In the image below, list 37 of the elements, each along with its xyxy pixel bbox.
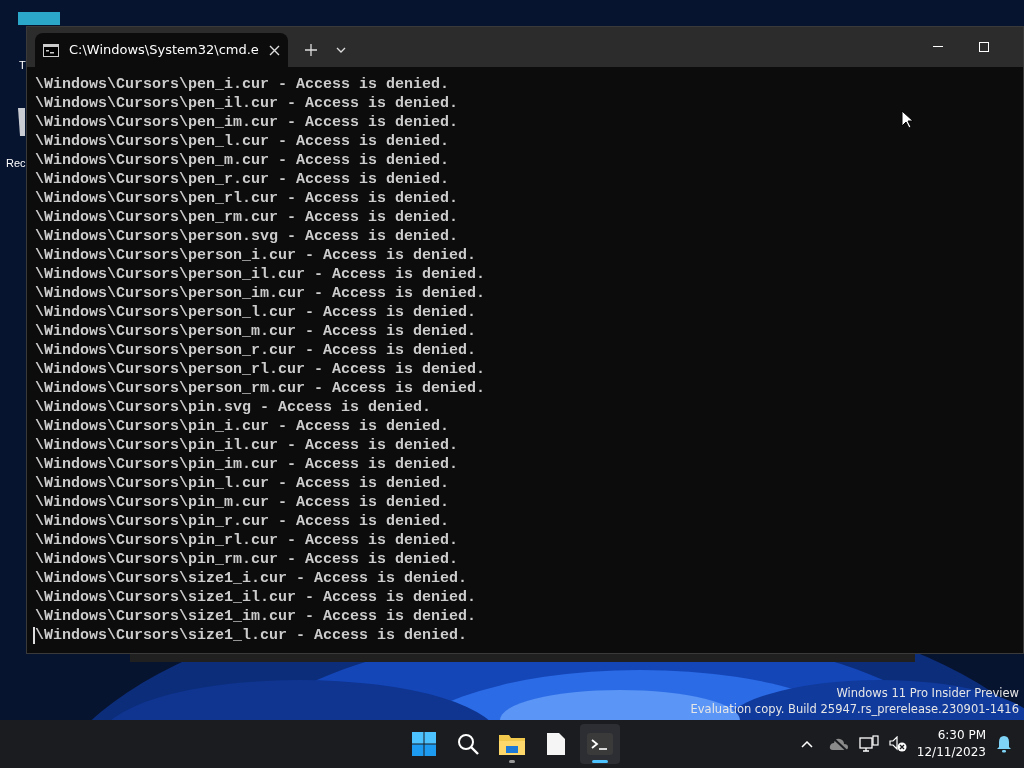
console-output-line: \Windows\Cursors\person_i.cur - Access is denied. [35,246,477,265]
console-output-line: \Windows\Cursors\person_im.cur - Access is denied. [35,284,486,303]
console-output-line: \Windows\Cursors\pen_rm.cur - Access is denied. [35,208,459,227]
console-output-line: \Windows\Cursors\pen_i.cur - Access is denied. [35,75,450,94]
console-output-line: \Windows\Cursors\size1_im.cur - Access is denied. [35,607,477,626]
watermark-text: Windows 11 Pro Insider Preview [835,685,1019,701]
desktop-icon-label[interactable]: Rec [6,157,26,170]
terminal-tab[interactable]: C:\Windows\System32\cmd.e [35,33,288,67]
console-output-line: \Windows\Cursors\pin_il.cur - Access is denied. [35,436,459,455]
console-output-line: \Windows\Cursors\pen_r.cur - Access is denied. [35,170,450,189]
console-output-line: \Windows\Cursors\person_rm.cur - Access is denied. [35,379,486,398]
console-output-line: \Windows\Cursors\pen_rl.cur - Access is denied. [35,189,459,208]
console-output-line: \Windows\Cursors\pin_m.cur - Access is denied. [35,493,450,512]
console-output-line: \Windows\Cursors\pen_il.cur - Access is denied. [35,94,459,113]
console-output-line: \Windows\Cursors\pin_im.cur - Access is denied. [35,455,459,474]
console-output-line: \Windows\Cursors\person_rl.cur - Access is denied. [35,360,486,379]
console-output-line: \Windows\Cursors\pen_im.cur - Access is denied. [35,113,459,132]
console-output-line: \Windows\Cursors\pin.svg - Access is denied. [35,398,432,417]
desktop-icon-label[interactable]: T [19,59,26,72]
console-output-line: \Windows\Cursors\person.svg - Access is denied. [35,227,459,246]
console-output-line: \Windows\Cursors\size1_il.cur - Access is denied. [35,588,477,607]
console-output-line: \Windows\Cursors\pin_rm.cur - Access is denied. [35,550,459,569]
console-output-line: \Windows\Cursors\person_m.cur - Access is denied. [35,322,477,341]
console-output-line: \Windows\Cursors\pin_r.cur - Access is denied. [35,512,450,531]
console-output-line: \Windows\Cursors\size1_l.cur - Access is denied. [35,626,468,645]
console-output-line: \Windows\Cursors\pin_l.cur - Access is denied. [35,474,450,493]
clock-date: 12/11/2023 [916,744,986,761]
console-output-line: \Windows\Cursors\pen_m.cur - Access is denied. [35,151,450,170]
clock-time: 6:30 PM [936,727,986,744]
console-output-line: \Windows\Cursors\size1_i.cur - Access is denied. [35,569,468,588]
console-output-line: \Windows\Cursors\pen_l.cur - Access is denied. [35,132,450,151]
console-output-line: \Windows\Cursors\pin_rl.cur - Access is denied. [35,531,459,550]
console-output-line: \Windows\Cursors\person_r.cur - Access is denied. [35,341,477,360]
console-output-line: \Windows\Cursors\person_l.cur - Access is denied. [35,303,477,322]
clock[interactable]: 6:30 PM 12/11/2023 [916,727,986,761]
console-output-line: \Windows\Cursors\person_il.cur - Access is denied. [35,265,486,284]
console-output-line: \Windows\Cursors\pin_i.cur - Access is denied. [35,417,450,436]
